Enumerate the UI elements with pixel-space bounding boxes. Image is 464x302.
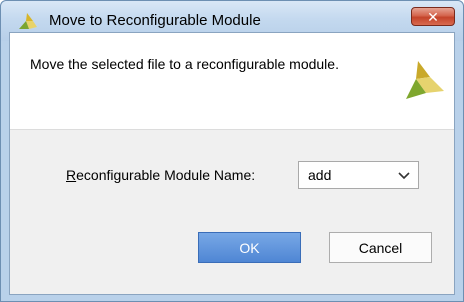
- cancel-button[interactable]: Cancel: [329, 232, 432, 263]
- module-name-label: Reconfigurable Module Name:: [66, 167, 255, 183]
- dialog-content: Move the selected file to a reconfigurab…: [9, 32, 455, 295]
- selected-value: add: [308, 167, 332, 183]
- chevron-down-icon: [398, 172, 410, 180]
- window-title: Move to Reconfigurable Module: [49, 12, 261, 29]
- ok-button[interactable]: OK: [198, 232, 301, 263]
- dialog-header: Move the selected file to a reconfigurab…: [10, 33, 454, 130]
- close-button[interactable]: ✕: [411, 7, 455, 26]
- module-name-select[interactable]: add: [298, 161, 419, 189]
- close-icon: ✕: [427, 8, 439, 25]
- module-name-row: Reconfigurable Module Name: add: [10, 161, 454, 189]
- label-mnemonic: R: [66, 167, 77, 183]
- xilinx-logo-icon: [406, 61, 444, 99]
- vivado-logo-icon: [19, 13, 37, 29]
- dialog-window: Move to Reconfigurable Module ✕ Move the…: [0, 0, 464, 302]
- label-text: econfigurable Module Name:: [76, 167, 256, 183]
- header-message: Move the selected file to a reconfigurab…: [30, 56, 339, 72]
